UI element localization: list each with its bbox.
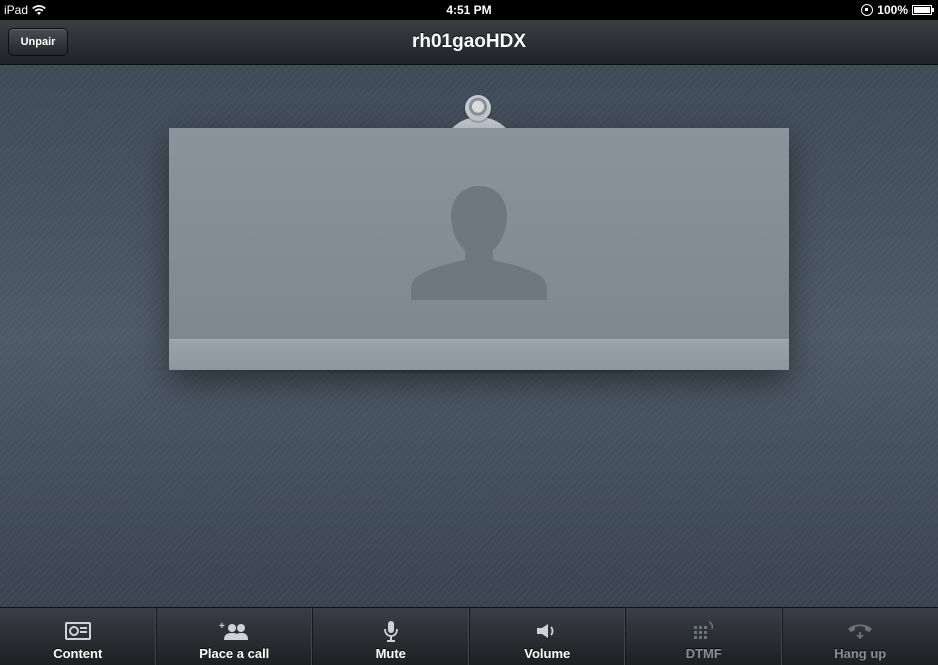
place-call-button[interactable]: + Place a call [157, 608, 314, 665]
screen-bottom-strip [169, 339, 789, 370]
mute-button[interactable]: Mute [313, 608, 470, 665]
hang-up-label: Hang up [834, 646, 886, 661]
status-time: 4:51 PM [0, 3, 938, 17]
add-contacts-icon: + [219, 619, 249, 643]
status-bar: iPad 4:51 PM 100% [0, 0, 938, 20]
video-screen [169, 128, 789, 370]
dtmf-button[interactable]: DTMF [626, 608, 783, 665]
keypad-icon [689, 619, 719, 643]
status-right: 100% [861, 3, 932, 17]
nav-bar: Unpair rh01gaoHDX [0, 20, 938, 65]
page-title: rh01gaoHDX [0, 31, 938, 53]
content-label: Content [53, 646, 102, 661]
svg-text:+: + [219, 621, 225, 632]
battery-percent: 100% [877, 3, 908, 17]
bottom-toolbar: Content + Place a call Mute [0, 607, 938, 665]
main-area [0, 65, 938, 607]
volume-button[interactable]: Volume [470, 608, 627, 665]
person-avatar-icon [407, 176, 551, 300]
camera-lens [465, 95, 491, 121]
microphone-icon [376, 619, 406, 643]
mute-label: Mute [376, 646, 406, 661]
dtmf-label: DTMF [686, 646, 722, 661]
battery-icon [912, 5, 932, 15]
rotation-lock-icon [861, 4, 873, 16]
content-button[interactable]: Content [0, 608, 157, 665]
content-icon [63, 619, 93, 643]
place-call-label: Place a call [199, 646, 269, 661]
volume-label: Volume [524, 646, 570, 661]
hang-up-icon [845, 619, 875, 643]
speaker-icon [532, 619, 562, 643]
hang-up-button[interactable]: Hang up [783, 608, 938, 665]
